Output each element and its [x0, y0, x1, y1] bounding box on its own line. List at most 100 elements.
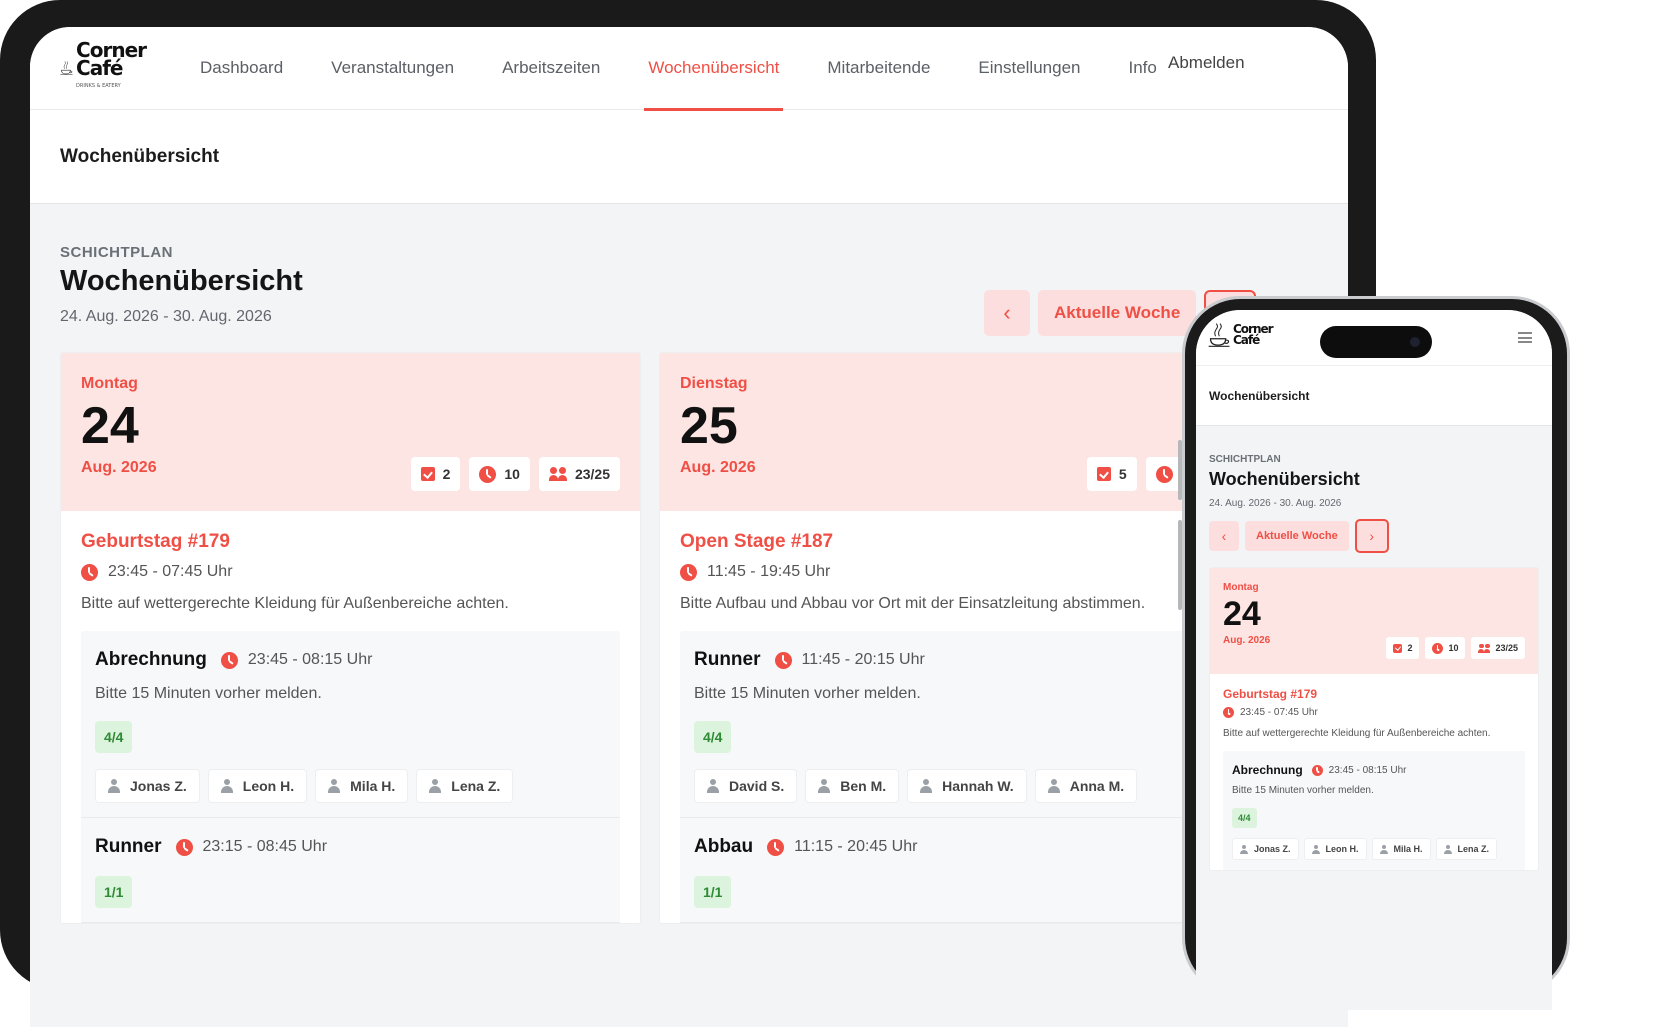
user-icon: [1443, 844, 1452, 854]
mobile-content: SCHICHTPLAN Wochenübersicht 24. Aug. 202…: [1196, 426, 1552, 871]
event-time-text: 23:45 - 07:45 Uhr: [1240, 707, 1318, 718]
current-week-button[interactable]: Aktuelle Woche: [1038, 290, 1197, 336]
users-icon: [548, 467, 567, 481]
user-icon: [707, 779, 719, 793]
day-stats: 2 10 23/25: [410, 457, 620, 491]
shift-header: Abrechnung 23:45 - 08:15 Uhr: [1232, 763, 1516, 777]
capacity-badge: 4/4: [1232, 808, 1257, 828]
user-icon: [108, 779, 120, 793]
brand-logo[interactable]: Corner Café: [1208, 322, 1274, 348]
subheader: Wochenübersicht: [30, 110, 1348, 204]
nav-item-dashboard[interactable]: Dashboard: [198, 27, 307, 110]
day-cards: Montag 24 Aug. 2026 2 10 23/25 Geburtsta…: [60, 352, 1318, 924]
current-week-button[interactable]: Aktuelle Woche: [1245, 521, 1349, 551]
person-chip[interactable]: Leon H.: [207, 769, 308, 803]
shift-time-text: 11:45 - 20:15 Uhr: [801, 651, 925, 668]
mobile-subheader: Wochenübersicht: [1196, 366, 1552, 426]
top-navigation: Corner Café DRINKS & EATERY Dashboard Ve…: [30, 27, 1348, 111]
shift-header: Runner 23:15 - 08:45 Uhr: [95, 836, 606, 858]
capacity-badge: 4/4: [95, 721, 133, 753]
clock-icon: [81, 563, 98, 581]
person-chip[interactable]: David S.: [694, 769, 798, 803]
next-week-button[interactable]: ›: [1354, 519, 1389, 553]
shift-item: Runner 23:15 - 08:45 Uhr 1/1: [81, 818, 620, 923]
capacity-badge: 1/1: [95, 876, 133, 908]
event-title[interactable]: Open Stage #187: [680, 531, 1219, 553]
date-range: 24. Aug. 2026 - 30. Aug. 2026: [1209, 498, 1342, 509]
event-title[interactable]: Geburtstag #179: [1223, 687, 1525, 701]
assigned-people: David S. Ben M. Hannah W. Anna M.: [694, 769, 1205, 803]
nav-item-wochenuebersicht[interactable]: Wochenübersicht: [624, 27, 803, 111]
hamburger-menu-icon[interactable]: [1518, 332, 1532, 343]
user-icon: [1379, 844, 1388, 854]
users-icon: [1478, 643, 1490, 653]
brand-name: Corner Café DRINKS & EATERY: [76, 40, 147, 95]
brand-logo[interactable]: Corner Café DRINKS & EATERY: [60, 40, 147, 95]
day-body: Open Stage #187 11:45 - 19:45 Uhr Bitte …: [660, 511, 1239, 923]
person-chip[interactable]: Jonas Z.: [1232, 838, 1299, 860]
person-name: Mila H.: [1393, 844, 1423, 854]
day-number: 24: [81, 397, 139, 455]
page-eyebrow: SCHICHTPLAN: [1209, 454, 1281, 465]
clock-icon: [1311, 764, 1323, 776]
clock-icon: [175, 838, 193, 856]
user-icon: [1240, 844, 1248, 854]
staffing-stat: 23/25: [1471, 637, 1525, 659]
day-number: 24: [1223, 595, 1261, 633]
user-icon: [1047, 779, 1060, 793]
shifts-stat: 10: [469, 457, 530, 491]
person-name: Hannah W.: [942, 778, 1014, 794]
event-time-text: 11:45 - 19:45 Uhr: [707, 563, 831, 580]
event-note: Bitte auf wettergerechte Kleidung für Au…: [81, 595, 509, 612]
shift-time: 23:45 - 08:15 Uhr: [1311, 764, 1407, 776]
previous-week-button[interactable]: ‹: [984, 290, 1030, 336]
shifts-count: 10: [504, 466, 520, 482]
shift-time: 23:15 - 08:45 Uhr: [175, 838, 327, 856]
calendar-check-icon: [420, 467, 435, 481]
nav-item-mitarbeitende[interactable]: Mitarbeitende: [803, 27, 954, 110]
calendar-check-icon: [1096, 467, 1111, 481]
person-chip[interactable]: Anna M.: [1034, 769, 1138, 803]
nav-item-arbeitszeiten[interactable]: Arbeitszeiten: [478, 27, 624, 110]
main-content: SCHICHTPLAN Wochenübersicht 24. Aug. 202…: [30, 204, 1348, 924]
events-count: 2: [442, 466, 451, 482]
clock-icon: [1223, 707, 1234, 718]
page-eyebrow: SCHICHTPLAN: [60, 244, 173, 261]
capacity-badge: 1/1: [694, 876, 732, 908]
event-title[interactable]: Geburtstag #179: [81, 531, 620, 553]
nav-menu: Dashboard Veranstaltungen Arbeitszeiten …: [198, 27, 1181, 111]
event-note: Bitte Aufbau und Abbau vor Ort mit der E…: [680, 595, 1146, 612]
day-body: Geburtstag #179 23:45 - 07:45 Uhr Bitte …: [61, 511, 640, 923]
person-chip[interactable]: Lena Z.: [1435, 838, 1498, 860]
event-time-text: 23:45 - 07:45 Uhr: [108, 563, 233, 580]
user-icon: [220, 779, 233, 793]
weekday-label: Montag: [81, 375, 138, 392]
person-name: Mila H.: [350, 778, 396, 794]
shift-name: Abbau: [694, 836, 754, 857]
person-name: Leon H.: [242, 778, 295, 794]
assigned-people: Jonas Z. Leon H. Mila H. Lena Z.: [95, 769, 606, 803]
page-title: Wochenübersicht: [1209, 469, 1360, 489]
staffing-stat: 23/25: [538, 457, 620, 491]
shift-item: Runner 11:45 - 20:15 Uhr Bitte 15 Minute…: [680, 631, 1219, 818]
person-chip[interactable]: Lena Z.: [416, 769, 514, 803]
shift-item: Abbau 11:15 - 20:45 Uhr 1/1: [680, 818, 1219, 923]
person-chip[interactable]: Jonas Z.: [95, 769, 200, 803]
shift-name: Runner: [694, 649, 761, 670]
nav-item-veranstaltungen[interactable]: Veranstaltungen: [307, 27, 478, 110]
clock-icon: [479, 465, 497, 483]
clock-icon: [1432, 642, 1444, 654]
shift-time-text: 11:15 - 20:45 Uhr: [794, 838, 918, 855]
person-chip[interactable]: Mila H.: [315, 769, 409, 803]
tablet-frame: Corner Café DRINKS & EATERY Dashboard Ve…: [0, 0, 1376, 1027]
previous-week-button[interactable]: ‹: [1209, 521, 1239, 551]
event-time: 23:45 - 07:45 Uhr: [1223, 707, 1525, 718]
nav-item-einstellungen[interactable]: Einstellungen: [954, 27, 1104, 110]
person-chip[interactable]: Ben M.: [805, 769, 900, 803]
day-header: Montag 24 Aug. 2026 2 10 23/25: [61, 353, 640, 511]
logout-link[interactable]: Abmelden: [1168, 53, 1245, 73]
person-chip[interactable]: Hannah W.: [907, 769, 1027, 803]
person-chip[interactable]: Mila H.: [1371, 838, 1431, 860]
person-chip[interactable]: Leon H.: [1303, 838, 1367, 860]
day-card-monday: Montag 24 Aug. 2026 2 10 23/25 Geburtsta…: [1209, 567, 1539, 871]
